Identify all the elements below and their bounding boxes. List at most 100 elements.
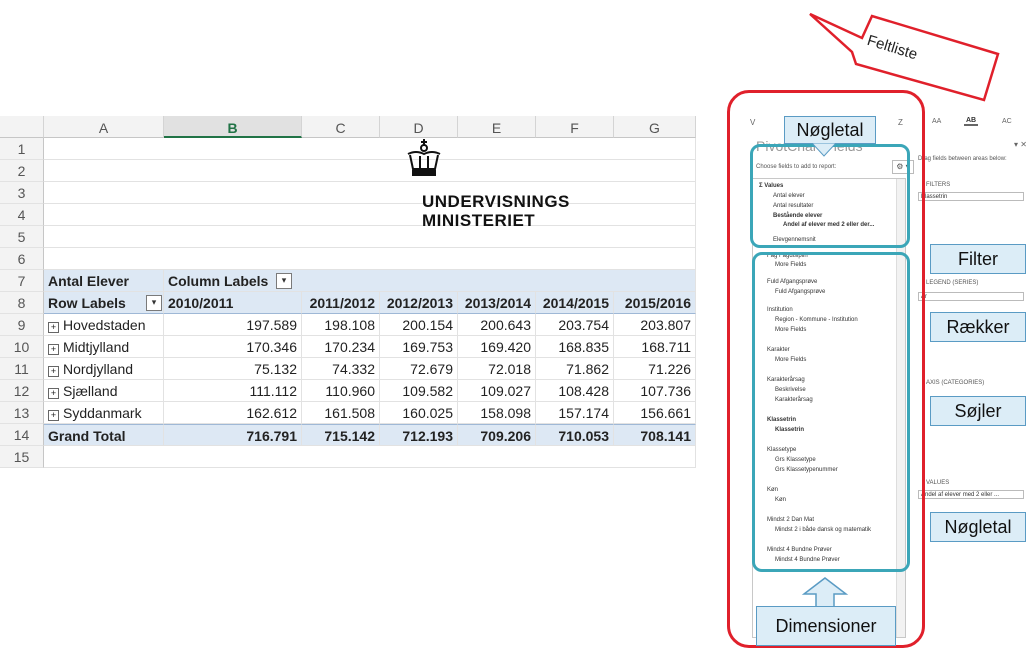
ministry-logo: UNDERVISNINGS MINISTERIET — [404, 138, 604, 238]
row-header[interactable]: 5 — [0, 226, 44, 248]
value-cell[interactable]: 109.582 — [380, 380, 458, 402]
value-cell[interactable]: 198.108 — [302, 314, 380, 336]
value-cell[interactable]: 203.807 — [614, 314, 696, 336]
grand-total-label[interactable]: Grand Total — [44, 424, 164, 446]
year-header[interactable]: 2012/2013 — [380, 292, 458, 314]
pivot-row-label[interactable]: + Syddanmark — [44, 402, 164, 424]
logo-line-1: UNDERVISNINGS — [422, 192, 570, 211]
expand-icon[interactable]: + — [48, 366, 59, 377]
dimensions-highlight-outline — [752, 252, 910, 572]
expand-icon[interactable]: + — [48, 344, 59, 355]
column-letter-selected: AB — [964, 117, 979, 126]
value-cell[interactable]: 200.643 — [458, 314, 536, 336]
region-name: Nordjylland — [63, 361, 134, 377]
column-header-b[interactable]: B — [164, 116, 302, 138]
callout-noegletal-top: Nøgletal — [784, 116, 876, 144]
row-header[interactable]: 12 — [0, 380, 44, 402]
filters-dropdown[interactable]: Klassetrin — [918, 192, 1024, 201]
year-header[interactable]: 2015/2016 — [614, 292, 696, 314]
callout-noegletal-right: Nøgletal — [930, 512, 1026, 542]
year-header[interactable]: 2013/2014 — [458, 292, 536, 314]
row-header[interactable]: 10 — [0, 336, 44, 358]
select-all-corner[interactable] — [0, 116, 44, 138]
pivot-corner-label[interactable]: Antal Elever — [44, 270, 164, 292]
column-labels-filter-button[interactable]: ▾ — [276, 273, 292, 289]
row-header[interactable]: 11 — [0, 358, 44, 380]
column-header-d[interactable]: D — [380, 116, 458, 138]
column-header-g[interactable]: G — [614, 116, 696, 138]
pivot-row-label[interactable]: + Midtjylland — [44, 336, 164, 358]
value-cell[interactable]: 74.332 — [302, 358, 380, 380]
column-header-e[interactable]: E — [458, 116, 536, 138]
row-header[interactable]: 8 — [0, 292, 44, 314]
value-cell[interactable]: 72.679 — [380, 358, 458, 380]
value-cell[interactable]: 168.711 — [614, 336, 696, 358]
close-icon[interactable]: ▾ ✕ — [1014, 140, 1027, 149]
row-header[interactable]: 6 — [0, 248, 44, 270]
value-cell[interactable]: 71.862 — [536, 358, 614, 380]
value-cell[interactable]: 203.754 — [536, 314, 614, 336]
year-header[interactable]: 2010/2011 — [164, 292, 302, 314]
callout-raekker: Rækker — [930, 312, 1026, 342]
value-cell[interactable]: 168.835 — [536, 336, 614, 358]
row-header[interactable]: 3 — [0, 182, 44, 204]
value-cell[interactable]: 71.226 — [614, 358, 696, 380]
row-header[interactable]: 14 — [0, 424, 44, 446]
value-cell[interactable]: 72.018 — [458, 358, 536, 380]
expand-icon[interactable]: + — [48, 410, 59, 421]
pivot-row-label[interactable]: + Hovedstaden — [44, 314, 164, 336]
row-header[interactable]: 1 — [0, 138, 44, 160]
row-labels-filter-button[interactable]: ▾ — [146, 295, 162, 311]
total-cell[interactable]: 708.141 — [614, 424, 696, 446]
empty-row[interactable] — [44, 446, 696, 468]
pivot-row-label[interactable]: + Sjælland — [44, 380, 164, 402]
expand-icon[interactable]: + — [48, 388, 59, 399]
region-name: Sjælland — [63, 383, 118, 399]
value-cell[interactable]: 158.098 — [458, 402, 536, 424]
pivot-row-label[interactable]: + Nordjylland — [44, 358, 164, 380]
value-cell[interactable]: 108.428 — [536, 380, 614, 402]
logo-line-2: MINISTERIET — [422, 211, 536, 230]
row-header[interactable]: 7 — [0, 270, 44, 292]
values-dropdown[interactable]: Andel af elever med 2 eller ... — [918, 490, 1024, 499]
total-cell[interactable]: 710.053 — [536, 424, 614, 446]
total-cell[interactable]: 709.206 — [458, 424, 536, 446]
year-header[interactable]: 2011/2012 — [302, 292, 380, 314]
row-header[interactable]: 2 — [0, 160, 44, 182]
value-cell[interactable]: 170.346 — [164, 336, 302, 358]
value-cell[interactable]: 156.661 — [614, 402, 696, 424]
value-cell[interactable]: 200.154 — [380, 314, 458, 336]
expand-icon[interactable]: + — [48, 322, 59, 333]
value-cell[interactable]: 197.589 — [164, 314, 302, 336]
value-cell[interactable]: 161.508 — [302, 402, 380, 424]
total-cell[interactable]: 712.193 — [380, 424, 458, 446]
total-cell[interactable]: 716.791 — [164, 424, 302, 446]
value-cell[interactable]: 157.174 — [536, 402, 614, 424]
value-cell[interactable]: 75.132 — [164, 358, 302, 380]
value-cell[interactable]: 162.612 — [164, 402, 302, 424]
callout-dimensioner: Dimensioner — [756, 606, 896, 646]
value-cell[interactable]: 170.234 — [302, 336, 380, 358]
row-header[interactable]: 13 — [0, 402, 44, 424]
total-cell[interactable]: 715.142 — [302, 424, 380, 446]
region-name: Midtjylland — [63, 339, 130, 355]
row-header[interactable]: 4 — [0, 204, 44, 226]
value-cell[interactable]: 111.112 — [164, 380, 302, 402]
value-cell[interactable]: 160.025 — [380, 402, 458, 424]
pivot-column-labels[interactable]: Column Labels — [164, 270, 696, 292]
row-header[interactable]: 9 — [0, 314, 44, 336]
value-cell[interactable]: 169.420 — [458, 336, 536, 358]
callout-soejler: Søjler — [930, 396, 1026, 426]
value-cell[interactable]: 110.960 — [302, 380, 380, 402]
value-cell[interactable]: 107.736 — [614, 380, 696, 402]
legend-dropdown[interactable]: År — [918, 292, 1024, 301]
column-letter: AA — [932, 118, 942, 125]
column-header-c[interactable]: C — [302, 116, 380, 138]
column-header-a[interactable]: A — [44, 116, 164, 138]
value-cell[interactable]: 109.027 — [458, 380, 536, 402]
value-cell[interactable]: 169.753 — [380, 336, 458, 358]
year-header[interactable]: 2014/2015 — [536, 292, 614, 314]
row-header[interactable]: 15 — [0, 446, 44, 468]
drag-instruction: Drag fields between areas below: — [918, 156, 1007, 162]
column-header-f[interactable]: F — [536, 116, 614, 138]
